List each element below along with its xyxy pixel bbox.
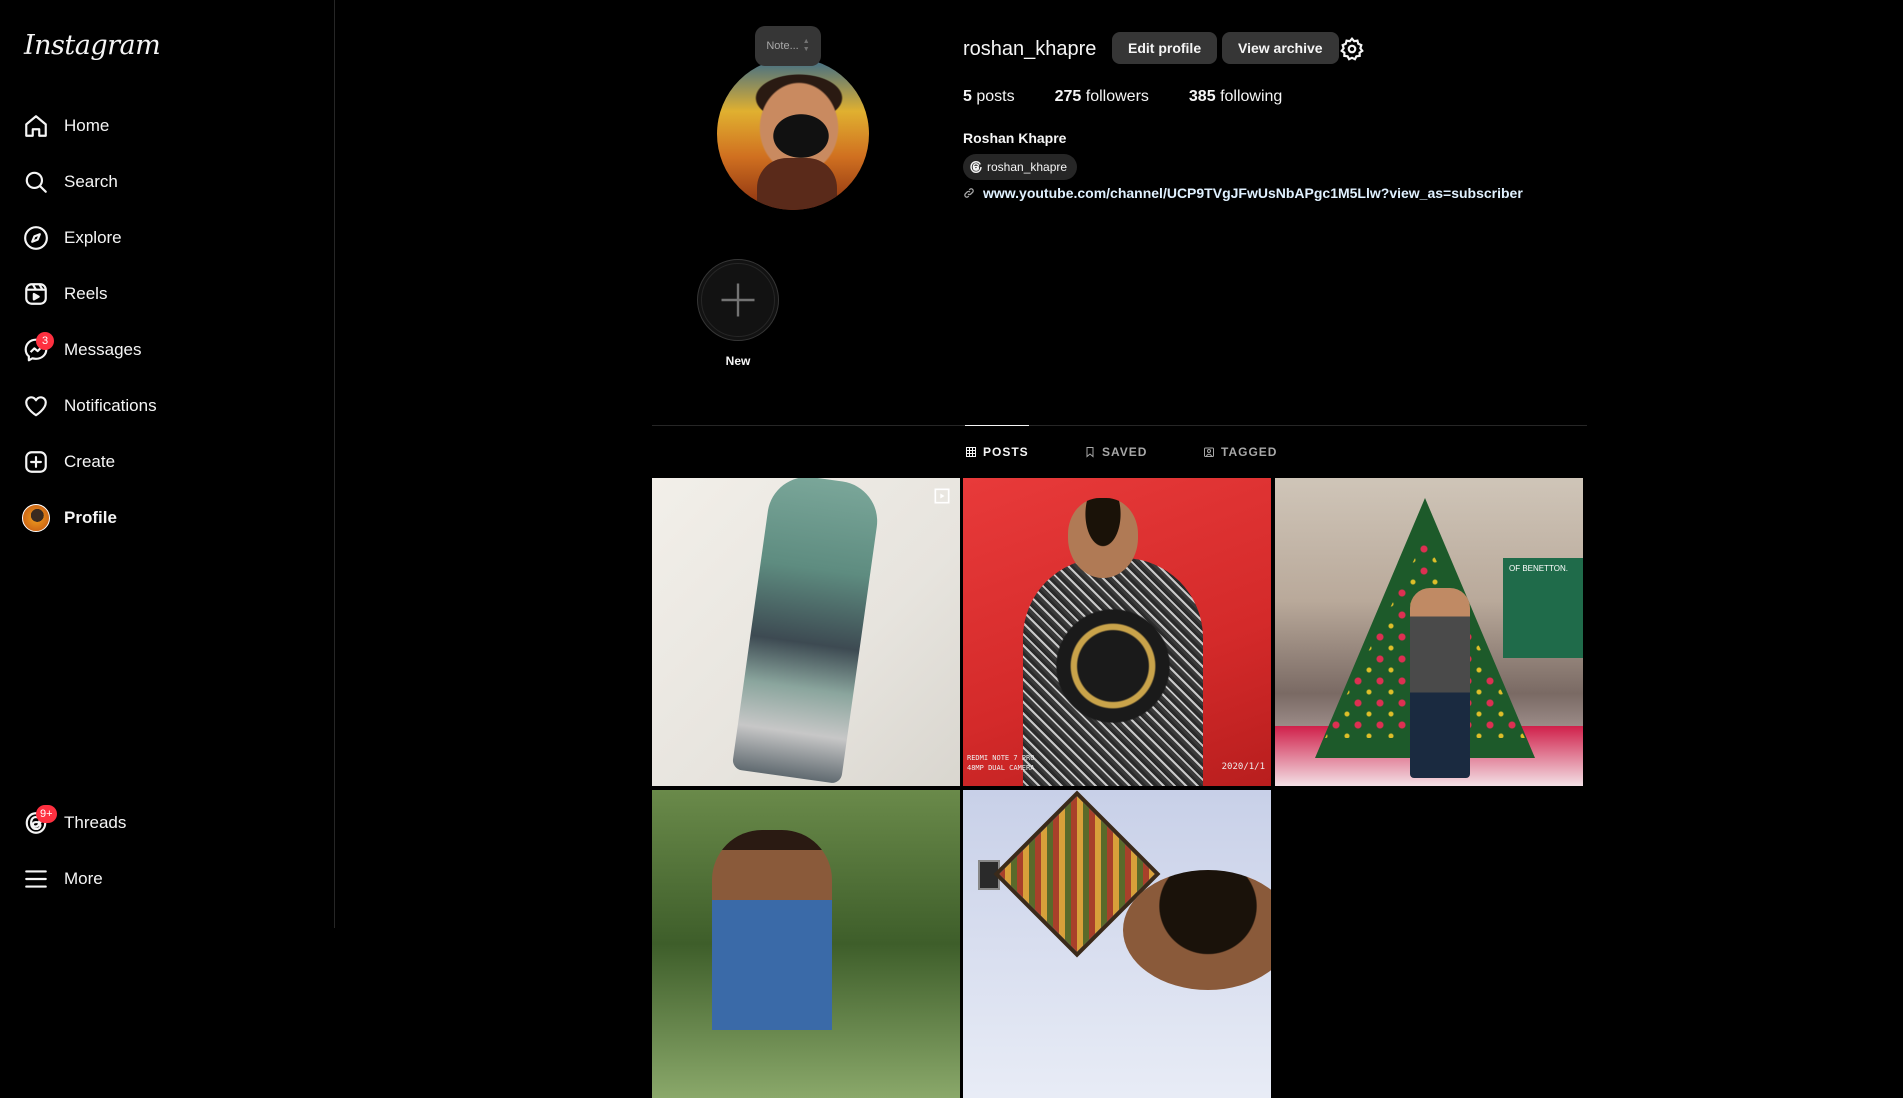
threads-icon: 9+ xyxy=(12,799,60,847)
profile-username: roshan_khapre xyxy=(963,38,1097,60)
avatar xyxy=(22,504,50,532)
followers-label: followers xyxy=(1085,88,1149,105)
view-archive-button[interactable]: View archive xyxy=(1222,32,1339,64)
following-stat[interactable]: 385 following xyxy=(1189,88,1282,106)
post-thumbnail[interactable] xyxy=(963,790,1271,1098)
posts-stat: 5 posts xyxy=(963,88,1015,106)
post-image xyxy=(731,478,883,785)
search-icon xyxy=(12,158,60,206)
post-image-detail: OF BENETTON. xyxy=(1503,558,1583,658)
messages-badge: 3 xyxy=(36,332,54,350)
threads-badge-link[interactable]: roshan_khapre xyxy=(963,154,1078,180)
post-thumbnail[interactable] xyxy=(652,478,960,786)
threads-badge: 9+ xyxy=(36,805,57,823)
sidebar: Instagram Home Search Explore Reels 3 Me… xyxy=(0,0,335,928)
tab-label: TAGGED xyxy=(1221,445,1278,459)
post-image-detail xyxy=(1410,588,1470,778)
sidebar-item-threads[interactable]: 9+ Threads xyxy=(12,799,312,847)
profile-stats: 5 posts 275 followers 385 following xyxy=(963,88,1282,106)
following-count: 385 xyxy=(1188,88,1216,105)
post-thumbnail[interactable]: REDMI NOTE 7 PRO 48MP DUAL CAMERA 2020/1… xyxy=(963,478,1271,786)
tab-tagged[interactable]: TAGGED xyxy=(1203,426,1277,478)
sidebar-item-create[interactable]: Create xyxy=(12,438,312,486)
note-arrows-icon: ▲ ▼ xyxy=(802,38,810,53)
messenger-icon: 3 xyxy=(12,326,60,374)
sidebar-item-notifications[interactable]: Notifications xyxy=(12,382,312,430)
heart-icon xyxy=(12,382,60,430)
photo-caption: 48MP DUAL CAMERA xyxy=(967,764,1035,772)
sidebar-item-explore[interactable]: Explore xyxy=(12,214,312,262)
new-highlight-button[interactable] xyxy=(697,259,779,341)
tab-posts[interactable]: POSTS xyxy=(965,425,1029,478)
tab-label: POSTS xyxy=(983,445,1029,459)
compass-icon xyxy=(12,214,60,262)
post-image-detail xyxy=(1068,498,1138,578)
sidebar-item-reels[interactable]: Reels xyxy=(12,270,312,318)
new-highlight-label: New xyxy=(725,354,751,368)
reels-icon xyxy=(12,270,60,318)
home-icon xyxy=(12,102,60,150)
post-image xyxy=(712,830,832,1030)
bookmark-icon xyxy=(1086,447,1094,458)
sidebar-item-label: More xyxy=(64,869,103,888)
edit-profile-button[interactable]: Edit profile xyxy=(1112,32,1218,64)
post-thumbnail[interactable]: OF BENETTON. xyxy=(1275,478,1583,786)
sidebar-item-messages[interactable]: 3 Messages xyxy=(12,326,312,374)
post-image-detail xyxy=(1123,870,1271,990)
sidebar-item-label: Threads xyxy=(64,813,127,832)
store-sign: OF BENETTON. xyxy=(1509,564,1568,573)
sidebar-item-label: Home xyxy=(64,116,110,135)
post-thumbnail[interactable] xyxy=(652,790,960,1098)
grid-icon xyxy=(966,447,976,457)
sidebar-item-label: Messages xyxy=(64,340,142,359)
gear-icon[interactable] xyxy=(1339,36,1365,62)
bio-link[interactable]: www.youtube.com/channel/UCP9TVgJFwUsNbAP… xyxy=(963,185,1523,201)
sidebar-item-label: Notifications xyxy=(64,396,157,415)
sidebar-item-label: Create xyxy=(64,452,116,471)
note-bubble[interactable]: Note... ▲ ▼ xyxy=(755,26,821,66)
followers-stat[interactable]: 275 followers xyxy=(1055,88,1149,106)
profile-full-name: Roshan Khapre xyxy=(963,130,1067,146)
instagram-logo[interactable]: Instagram xyxy=(24,30,161,61)
tab-label: SAVED xyxy=(1102,445,1148,459)
plus-square-icon xyxy=(12,438,60,486)
photo-caption: REDMI NOTE 7 PRO xyxy=(967,754,1035,762)
sidebar-item-label: Search xyxy=(64,172,118,191)
sidebar-item-more[interactable]: More xyxy=(12,855,312,903)
plus-icon xyxy=(721,283,755,317)
reels-icon xyxy=(934,488,950,504)
sidebar-item-label: Explore xyxy=(64,228,122,247)
tab-saved[interactable]: SAVED xyxy=(1084,426,1147,478)
profile-avatar[interactable] xyxy=(717,58,869,210)
link-icon xyxy=(964,188,974,198)
sidebar-item-search[interactable]: Search xyxy=(12,158,312,206)
tagged-icon xyxy=(1204,447,1214,457)
bio-link-text: www.youtube.com/channel/UCP9TVgJFwUsNbAP… xyxy=(983,185,1523,201)
threads-icon xyxy=(970,161,982,173)
sidebar-item-label: Reels xyxy=(64,284,108,303)
posts-label: posts xyxy=(976,88,1015,105)
threads-handle: roshan_khapre xyxy=(987,160,1068,174)
sidebar-item-label: Profile xyxy=(64,508,117,527)
post-image xyxy=(1023,558,1203,786)
followers-count: 275 xyxy=(1054,88,1082,105)
note-placeholder: Note... xyxy=(766,40,799,52)
profile-avatar-wrap xyxy=(12,494,60,542)
posts-count: 5 xyxy=(963,88,972,105)
following-label: following xyxy=(1220,88,1283,105)
photo-date: 2020/1/1 xyxy=(1221,762,1265,772)
sidebar-item-home[interactable]: Home xyxy=(12,102,312,150)
hamburger-icon xyxy=(12,855,60,903)
sidebar-item-profile[interactable]: Profile xyxy=(12,494,312,542)
